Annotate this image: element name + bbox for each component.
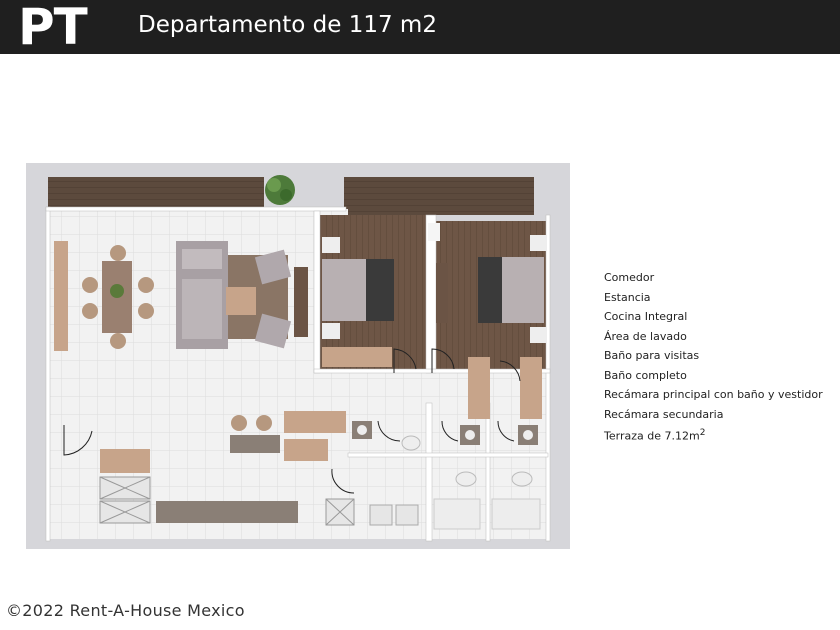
coffee-table xyxy=(226,287,256,315)
terrace-right xyxy=(344,177,534,215)
terrace-unit-exponent: 2 xyxy=(699,428,706,438)
closet-right xyxy=(520,357,542,419)
sideboard xyxy=(54,241,68,351)
legend-item-terrace: Terraza de 7.12m2 xyxy=(604,424,823,446)
unit-code: PT xyxy=(18,0,88,56)
legend-item: Baño para visitas xyxy=(604,349,700,362)
terrace-label: Terraza de 7.12m xyxy=(604,429,700,443)
legend-item: Estancia xyxy=(604,290,651,304)
closet-left xyxy=(468,357,490,419)
legend-item: Área de lavado xyxy=(604,329,687,343)
legend-item: Baño completo xyxy=(604,368,687,382)
laundry-counter xyxy=(100,449,150,473)
copyright-notice: ©2022 Rent-A-House Mexico xyxy=(6,601,245,620)
tv-console xyxy=(294,267,308,337)
terrace-left xyxy=(48,177,264,207)
kitchen-island xyxy=(284,411,346,433)
floor-plan-image xyxy=(26,163,570,549)
header-bar: PT Departamento de 117 m2 xyxy=(0,0,840,56)
page-title: Departamento de 117 m2 xyxy=(138,12,437,38)
room-legend: Comedor Estancia Cocina Integral Área de… xyxy=(604,268,823,446)
legend-item: Cocina Integral xyxy=(604,310,688,323)
legend-item: Recámara secundaria xyxy=(604,407,724,421)
kitchen-counter xyxy=(156,501,298,523)
legend-item: Comedor xyxy=(604,271,655,284)
legend-item: Recámara principal con baño y vestidor xyxy=(604,388,823,401)
